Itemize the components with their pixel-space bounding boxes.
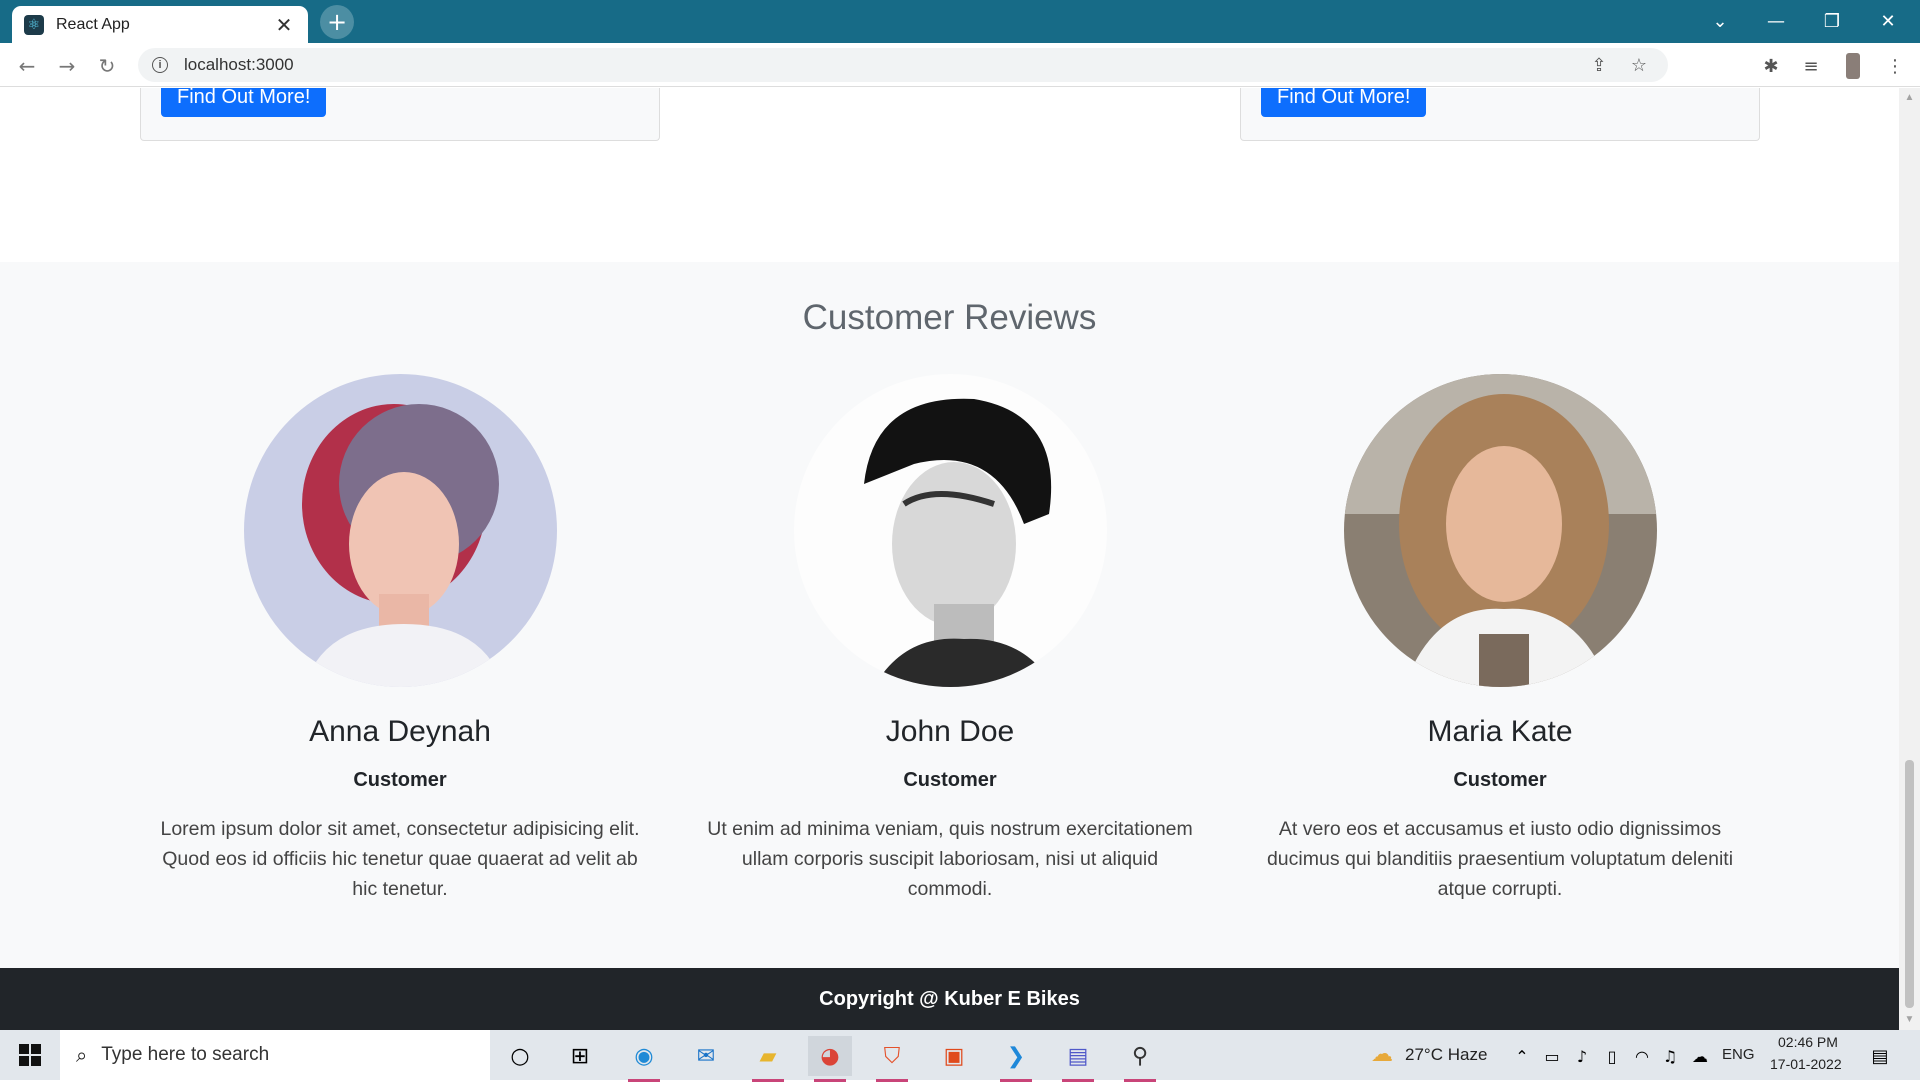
media-queue-icon[interactable]: ≡ bbox=[1796, 51, 1826, 81]
review-card: Anna Deynah Customer Lorem ipsum dolor s… bbox=[140, 374, 660, 904]
taskbar-search-input[interactable]: ⌕ Type here to search bbox=[60, 1030, 490, 1080]
language-indicator[interactable]: ENG bbox=[1722, 1046, 1755, 1063]
site-info-icon[interactable]: i bbox=[152, 57, 168, 73]
page-viewport: Find Out More! Find Out More! Customer R… bbox=[0, 88, 1899, 1030]
browser-titlebar: ⚛ React App ✕ + ⌄ — ❐ ✕ bbox=[0, 0, 1920, 43]
menu-kebab-icon[interactable]: ⋮ bbox=[1880, 51, 1910, 81]
scroll-up-icon[interactable]: ▲ bbox=[1904, 92, 1915, 103]
reload-icon[interactable]: ↻ bbox=[92, 51, 122, 81]
react-icon: ⚛ bbox=[24, 14, 44, 35]
footer: Copyright @ Kuber E Bikes bbox=[0, 968, 1899, 1030]
onedrive-icon[interactable]: ☁ bbox=[1678, 1036, 1722, 1076]
magnifier-icon[interactable]: ⚲ bbox=[1118, 1036, 1162, 1082]
omnibox[interactable]: i localhost:3000 ⇪ ☆ bbox=[138, 48, 1668, 82]
reviewer-photo bbox=[793, 374, 1107, 687]
review-text: At vero eos et accusamus et iusto odio d… bbox=[1266, 818, 1734, 900]
scroll-down-icon[interactable]: ▼ bbox=[1904, 1014, 1915, 1025]
task-view-icon[interactable]: ⊞ bbox=[558, 1036, 602, 1076]
brave-icon[interactable]: ⛉ bbox=[870, 1036, 914, 1082]
weather-icon[interactable]: ☁ bbox=[1360, 1034, 1404, 1074]
find-out-more-button[interactable]: Find Out More! bbox=[161, 88, 327, 117]
feature-card: Find Out More! bbox=[140, 88, 660, 141]
tab-title: React App bbox=[56, 15, 130, 33]
office-icon[interactable]: ▣ bbox=[932, 1036, 976, 1076]
windows-start-icon[interactable] bbox=[0, 1030, 60, 1080]
reviewer-photo bbox=[1343, 374, 1657, 687]
new-tab-button[interactable]: + bbox=[320, 5, 354, 39]
clock-date[interactable]: 17-01-2022 bbox=[1770, 1056, 1842, 1072]
feature-card: Find Out More! bbox=[1240, 88, 1760, 141]
weather-text[interactable]: 27°C Haze bbox=[1405, 1045, 1487, 1065]
share-icon[interactable]: ⇪ bbox=[1584, 48, 1614, 82]
section-title: Customer Reviews bbox=[802, 298, 1097, 337]
extensions-icon[interactable]: ✱ bbox=[1756, 51, 1786, 81]
notification-icon[interactable]: ▤ bbox=[1858, 1036, 1902, 1076]
profile-avatar[interactable] bbox=[1838, 51, 1868, 81]
address-toolbar: ← → ↻ i localhost:3000 ⇪ ☆ ✱ ≡ ⋮ bbox=[0, 43, 1920, 87]
browser-tab[interactable]: ⚛ React App ✕ bbox=[12, 6, 308, 43]
close-window-button[interactable]: ✕ bbox=[1860, 0, 1916, 43]
teams-icon[interactable]: ▤ bbox=[1056, 1036, 1100, 1082]
reviewer-role: Customer bbox=[1453, 769, 1547, 791]
customer-reviews-section: Customer Reviews Anna Deynah Customer Lo… bbox=[0, 262, 1899, 968]
reviewer-name: Anna Deynah bbox=[309, 715, 491, 748]
taskbar: ⌕ Type here to search ○ ⊞ ◉ ✉ ▰ ◕ ⛉ ▣ ❯ … bbox=[0, 1030, 1920, 1082]
cortana-icon[interactable]: ○ bbox=[498, 1036, 542, 1076]
copyright-text: Copyright @ Kuber E Bikes bbox=[819, 987, 1080, 1010]
reviewer-role: Customer bbox=[353, 769, 447, 791]
review-card: Maria Kate Customer At vero eos et accus… bbox=[1240, 374, 1760, 904]
review-card: John Doe Customer Ut enim ad minima veni… bbox=[690, 374, 1210, 904]
reviewer-name: Maria Kate bbox=[1427, 715, 1573, 748]
find-out-more-button[interactable]: Find Out More! bbox=[1261, 88, 1427, 117]
tab-close-icon[interactable]: ✕ bbox=[272, 13, 296, 37]
minimize-button[interactable]: — bbox=[1748, 0, 1804, 43]
tab-search-icon[interactable]: ⌄ bbox=[1692, 0, 1748, 43]
edge-icon[interactable]: ◉ bbox=[622, 1036, 666, 1082]
page-scrollbar[interactable]: ▲ ▼ bbox=[1899, 88, 1920, 1030]
search-placeholder: Type here to search bbox=[101, 1044, 270, 1065]
mail-icon[interactable]: ✉ bbox=[684, 1036, 728, 1076]
restore-button[interactable]: ❐ bbox=[1804, 0, 1860, 43]
scroll-thumb[interactable] bbox=[1905, 760, 1914, 1008]
review-text: Lorem ipsum dolor sit amet, consectetur … bbox=[160, 818, 640, 900]
reviewer-role: Customer bbox=[903, 769, 997, 791]
vscode-icon[interactable]: ❯ bbox=[994, 1036, 1038, 1082]
file-explorer-icon[interactable]: ▰ bbox=[746, 1036, 790, 1082]
bookmark-star-icon[interactable]: ☆ bbox=[1624, 48, 1654, 82]
search-icon: ⌕ bbox=[76, 1043, 88, 1067]
reviewer-name: John Doe bbox=[885, 715, 1015, 748]
clock-time[interactable]: 02:46 PM bbox=[1778, 1034, 1838, 1050]
forward-icon[interactable]: → bbox=[52, 51, 82, 81]
chrome-icon[interactable]: ◕ bbox=[808, 1036, 852, 1082]
back-icon[interactable]: ← bbox=[12, 51, 42, 81]
reviewer-photo bbox=[243, 374, 557, 687]
url-text[interactable]: localhost:3000 bbox=[184, 55, 294, 75]
review-text: Ut enim ad minima veniam, quis nostrum e… bbox=[707, 818, 1193, 900]
